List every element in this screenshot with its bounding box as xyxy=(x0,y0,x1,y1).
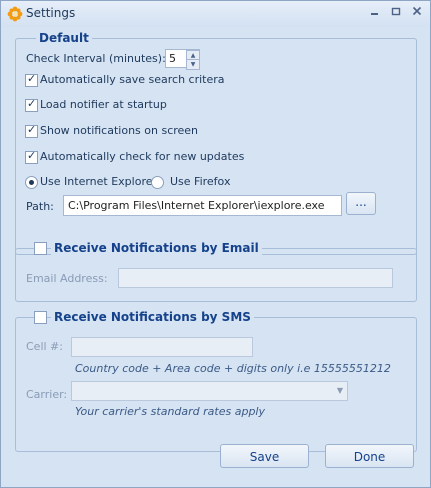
cell-label: Cell #: xyxy=(26,340,63,353)
auto-update-checkbox[interactable] xyxy=(25,149,38,164)
show-notifications-checkbox[interactable] xyxy=(25,123,38,138)
use-firefox-radio[interactable] xyxy=(151,176,164,189)
carrier-select[interactable] xyxy=(71,381,348,401)
email-group: Receive Notifications by Email Email Add… xyxy=(15,241,417,302)
chevron-down-icon[interactable]: ▼ xyxy=(334,384,346,398)
title-bar[interactable]: Settings xyxy=(1,1,430,27)
email-address-label: Email Address: xyxy=(26,272,108,285)
path-input[interactable]: C:\Program Files\Internet Explorer\iexpl… xyxy=(63,195,342,216)
show-notifications-label: Show notifications on screen xyxy=(40,124,199,137)
auto-update-label: Automatically check for new updates xyxy=(40,150,245,163)
email-enable-checkbox[interactable] xyxy=(34,242,47,255)
app-logo-icon xyxy=(7,6,23,22)
path-label: Path: xyxy=(26,200,54,213)
use-firefox-label: Use Firefox xyxy=(170,175,231,188)
cell-hint: Country code + Area code + digits only i… xyxy=(75,362,391,375)
load-notifier-label: Load notifier at startup xyxy=(40,98,167,111)
sms-group-title: Receive Notifications by SMS xyxy=(51,310,254,324)
use-ie-label: Use Internet Explorer xyxy=(40,175,158,188)
sms-enable-checkbox[interactable] xyxy=(34,311,47,324)
default-group-title: Default xyxy=(36,31,92,45)
sms-group: Receive Notifications by SMS Cell #: Cou… xyxy=(15,310,417,452)
settings-content: Default Check Interval (minutes): 5 ▲ ▼ … xyxy=(1,27,430,487)
email-address-input[interactable] xyxy=(118,268,393,288)
spin-down-icon[interactable]: ▼ xyxy=(186,59,200,70)
save-button[interactable]: Save xyxy=(220,444,309,468)
email-group-title: Receive Notifications by Email xyxy=(51,241,262,255)
cell-input[interactable] xyxy=(71,337,253,357)
check-interval-label: Check Interval (minutes): xyxy=(26,52,166,65)
minimize-icon[interactable] xyxy=(366,5,384,21)
use-ie-radio[interactable] xyxy=(25,176,38,189)
carrier-hint: Your carrier's standard rates apply xyxy=(75,405,265,418)
restore-icon[interactable] xyxy=(387,5,405,21)
auto-save-label: Automatically save search critera xyxy=(40,73,225,86)
browse-button[interactable]: ... xyxy=(346,192,376,215)
close-icon[interactable] xyxy=(408,5,426,21)
settings-window: Settings Default Check Interval (minutes… xyxy=(0,0,431,488)
carrier-label: Carrier: xyxy=(26,388,68,401)
done-button[interactable]: Done xyxy=(325,444,414,468)
default-group: Default Check Interval (minutes): 5 ▲ ▼ … xyxy=(15,31,417,255)
load-notifier-checkbox[interactable] xyxy=(25,97,38,112)
window-title: Settings xyxy=(26,6,76,20)
auto-save-checkbox[interactable] xyxy=(25,72,38,87)
